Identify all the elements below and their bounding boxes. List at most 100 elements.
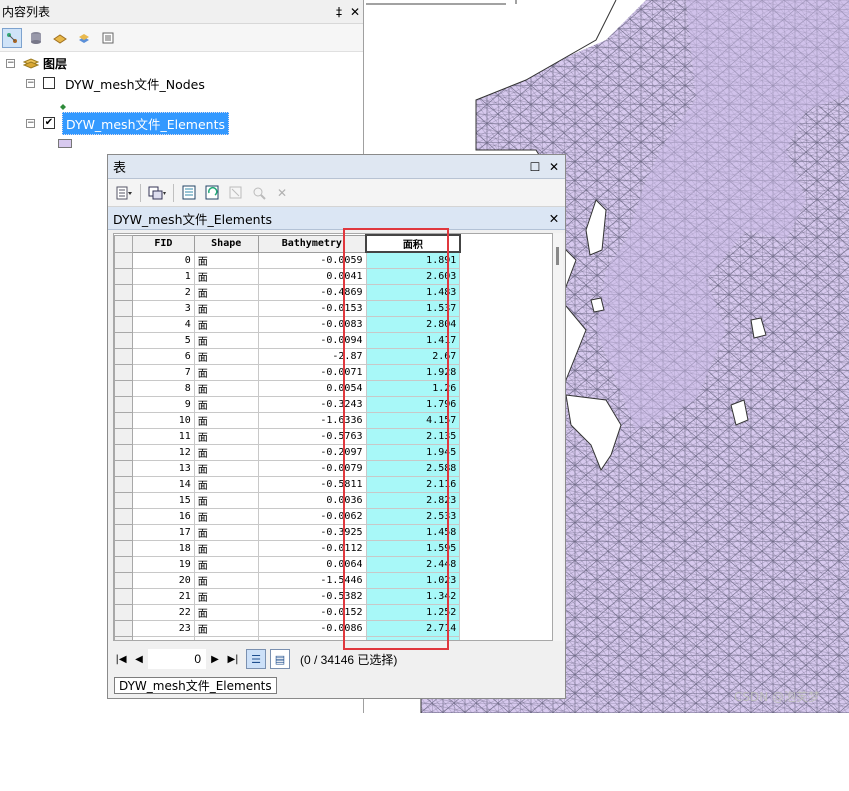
row-selector[interactable] — [114, 587, 133, 605]
cell-shape[interactable]: 面 — [193, 603, 259, 621]
cell-fid[interactable]: 8 — [131, 379, 195, 397]
cell-fid[interactable]: 2 — [131, 283, 195, 301]
cell-fid[interactable]: 3 — [131, 299, 195, 317]
cell-fid[interactable]: 5 — [131, 331, 195, 349]
cell-bathymetry[interactable]: -2.87 — [257, 347, 367, 365]
list-by-source-icon[interactable] — [26, 28, 46, 48]
table-options-icon[interactable] — [114, 183, 134, 203]
cell-area[interactable]: 1.945 — [365, 443, 461, 461]
cell-fid[interactable]: 14 — [131, 475, 195, 493]
list-by-selection-icon[interactable] — [74, 28, 94, 48]
collapse-icon[interactable]: − — [26, 78, 35, 88]
table-row[interactable]: 14 面 -0.5811 2.116 — [114, 475, 552, 493]
pin-icon[interactable]: ‡ — [331, 5, 347, 19]
table-row[interactable]: 24面-0.00313.866 — [114, 635, 552, 640]
cell-area[interactable]: 1.891 — [365, 251, 461, 269]
table-row[interactable]: 16 面 -0.0062 2.533 — [114, 507, 552, 525]
close-icon[interactable]: ✕ — [546, 160, 562, 174]
cell-area[interactable]: 2.135 — [365, 427, 461, 445]
cell-fid[interactable]: 1 — [131, 267, 195, 285]
cell-bathymetry[interactable]: 0.0041 — [257, 267, 367, 285]
table-row[interactable]: 7 面 -0.0071 1.928 — [114, 363, 552, 381]
cell-bathymetry[interactable]: -0.2097 — [257, 443, 367, 461]
cell-fid[interactable]: 7 — [131, 363, 195, 381]
cell-shape[interactable]: 面 — [193, 571, 259, 589]
table-row[interactable]: 1 面 0.0041 2.603 — [114, 267, 552, 285]
table-row[interactable]: 6 面 -2.87 2.67 — [114, 347, 552, 365]
row-selector[interactable] — [114, 635, 133, 640]
row-selector[interactable] — [114, 443, 133, 461]
table-row[interactable]: 23 面 -0.0086 2.714 — [114, 619, 552, 637]
cell-bathymetry[interactable]: -0.3243 — [257, 395, 367, 413]
layer-item-nodes[interactable]: − DYW_mesh文件_Nodes — [26, 74, 208, 92]
cell-bathymetry[interactable]: -1.5446 — [257, 571, 367, 589]
cell-shape[interactable]: 面 — [193, 251, 259, 269]
table-row[interactable]: 9 面 -0.3243 1.796 — [114, 395, 552, 413]
cell-shape[interactable]: 面 — [193, 267, 259, 285]
row-selector[interactable] — [114, 459, 133, 477]
collapse-icon[interactable]: − — [26, 118, 35, 128]
cell-bathymetry[interactable]: -0.0094 — [257, 331, 367, 349]
row-selector[interactable] — [114, 427, 133, 445]
cell-area[interactable]: 1.537 — [365, 299, 461, 317]
table-row[interactable]: 20 面 -1.5446 1.023 — [114, 571, 552, 589]
cell-fid[interactable]: 19 — [131, 555, 195, 573]
cell-shape[interactable]: 面 — [193, 411, 259, 429]
cell-bathymetry[interactable]: 0.0064 — [257, 555, 367, 573]
cell-fid[interactable]: 0 — [131, 251, 195, 269]
cell-shape[interactable]: 面 — [193, 491, 259, 509]
cell-shape[interactable]: 面 — [193, 619, 259, 637]
row-selector[interactable] — [114, 619, 133, 637]
table-tab[interactable]: DYW_mesh文件_Elements — [114, 677, 277, 694]
cell-bathymetry[interactable]: -0.0153 — [257, 299, 367, 317]
cell-area[interactable]: 2.804 — [365, 315, 461, 333]
row-selector[interactable] — [114, 507, 133, 525]
cell-shape[interactable]: 面 — [193, 587, 259, 605]
cell-area[interactable]: 2.533 — [365, 507, 461, 525]
row-selector[interactable] — [114, 523, 133, 541]
layer-visibility-checkbox[interactable] — [43, 77, 55, 89]
cell-bathymetry[interactable]: -1.6336 — [257, 411, 367, 429]
cell-bathymetry[interactable]: -0.5382 — [257, 587, 367, 605]
layer-name[interactable]: DYW_mesh文件_Nodes — [62, 73, 208, 94]
cell-area[interactable]: 1.595 — [365, 539, 461, 557]
cell-shape[interactable]: 面 — [193, 475, 259, 493]
cell-area[interactable]: 2.67 — [365, 347, 461, 365]
column-header-area[interactable]: 面积 — [365, 234, 461, 253]
related-tables-icon[interactable] — [147, 183, 167, 203]
cell-area[interactable]: 1.26 — [365, 379, 461, 397]
cell-shape[interactable]: 面 — [193, 635, 259, 640]
cell-fid[interactable]: 21 — [131, 587, 195, 605]
cell-area[interactable]: 2.448 — [365, 555, 461, 573]
table-row[interactable]: 19 面 0.0064 2.448 — [114, 555, 552, 573]
select-by-attributes-icon[interactable] — [180, 183, 200, 203]
row-selector[interactable] — [114, 283, 133, 301]
show-selected-records-icon[interactable]: ▤ — [270, 649, 290, 669]
switch-selection-icon[interactable] — [203, 183, 223, 203]
cell-shape[interactable]: 面 — [193, 331, 259, 349]
cell-shape[interactable]: 面 — [193, 379, 259, 397]
row-selector[interactable] — [114, 315, 133, 333]
cell-fid[interactable]: 22 — [131, 603, 195, 621]
cell-bathymetry[interactable]: -0.0083 — [257, 315, 367, 333]
cell-shape[interactable]: 面 — [193, 315, 259, 333]
cell-bathymetry[interactable]: -0.5763 — [257, 427, 367, 445]
table-row[interactable]: 17 面 -0.3925 1.458 — [114, 523, 552, 541]
row-selector[interactable] — [114, 251, 133, 269]
cell-shape[interactable]: 面 — [193, 507, 259, 525]
cell-fid[interactable]: 6 — [131, 347, 195, 365]
cell-fid[interactable]: 18 — [131, 539, 195, 557]
cell-shape[interactable]: 面 — [193, 347, 259, 365]
row-selector[interactable] — [114, 491, 133, 509]
layer-visibility-checkbox[interactable]: ✔ — [43, 117, 55, 129]
table-row[interactable]: 4 面 -0.0083 2.804 — [114, 315, 552, 333]
table-row[interactable]: 11 面 -0.5763 2.135 — [114, 427, 552, 445]
first-record-icon[interactable]: |◀ — [112, 654, 130, 665]
cell-fid[interactable]: 10 — [131, 411, 195, 429]
row-selector[interactable] — [114, 555, 133, 573]
cell-bathymetry[interactable]: -0.3925 — [257, 523, 367, 541]
cell-bathymetry[interactable]: -0.0059 — [257, 251, 367, 269]
row-selector[interactable] — [114, 267, 133, 285]
cell-bathymetry[interactable]: 0.0036 — [257, 491, 367, 509]
cell-fid[interactable]: 15 — [131, 491, 195, 509]
